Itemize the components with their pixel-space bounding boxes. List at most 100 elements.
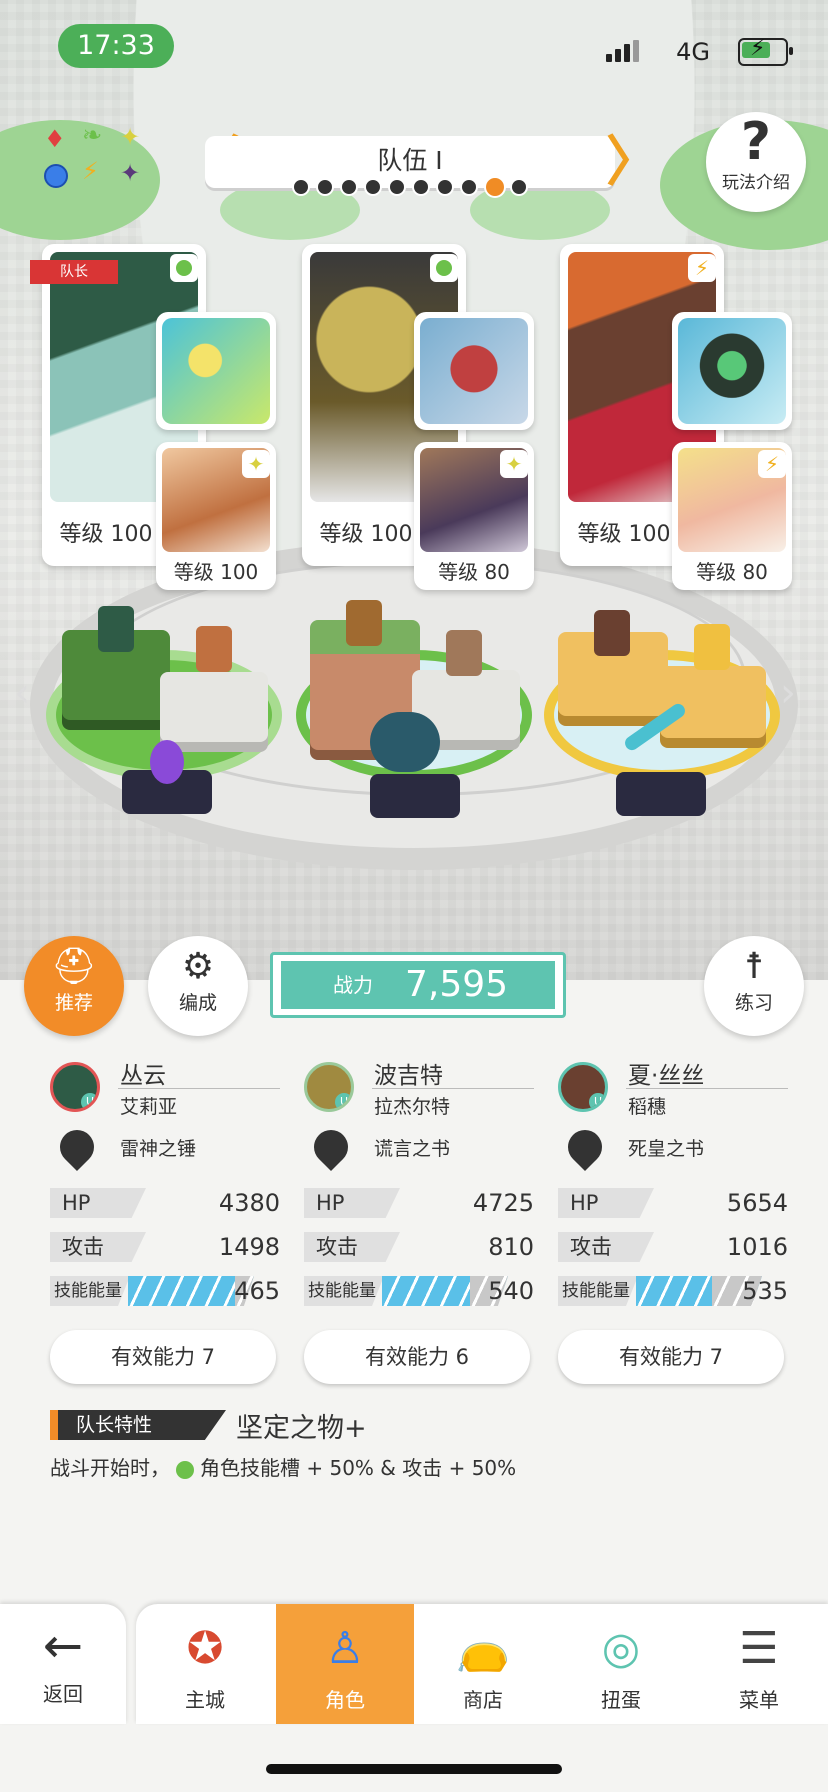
sub-hero-name: 艾莉亚 bbox=[120, 1096, 178, 1118]
weapon-card-1[interactable] bbox=[156, 312, 276, 430]
leader-trait-label: 队长特性 bbox=[50, 1410, 226, 1440]
sub-hero-card-2[interactable]: ✦ 等级 80 bbox=[414, 442, 534, 590]
hero-avatar: U bbox=[304, 1062, 354, 1112]
attack-stat: 攻击 1498 bbox=[50, 1232, 280, 1262]
book-icon bbox=[420, 318, 528, 424]
effective-ability-button[interactable]: 有效能力 7 bbox=[558, 1330, 784, 1384]
help-label: 玩法介绍 bbox=[722, 173, 790, 193]
character-icon: ♙ bbox=[325, 1623, 365, 1674]
signal-icon bbox=[606, 38, 640, 64]
practice-button[interactable]: ☨ 练习 bbox=[704, 936, 804, 1036]
hero-sprite bbox=[346, 600, 382, 646]
grass-element-icon bbox=[176, 1460, 194, 1479]
weapon-card-2[interactable] bbox=[414, 312, 534, 430]
energy-stat: 技能能量 535 bbox=[558, 1276, 788, 1306]
hp-stat: HP 4725 bbox=[304, 1188, 534, 1218]
grass-element-icon bbox=[430, 254, 458, 282]
team-page-dots[interactable] bbox=[292, 176, 532, 198]
effective-ability-button[interactable]: 有效能力 6 bbox=[304, 1330, 530, 1384]
team-next-chevron[interactable]: 〉 bbox=[606, 134, 660, 190]
status-bar: 17:33 4G ⚡ bbox=[0, 0, 828, 100]
weapon-icon bbox=[52, 1122, 102, 1172]
tab-menu[interactable]: ☰ 菜单 bbox=[690, 1604, 828, 1724]
power-value: 7,595 bbox=[405, 964, 509, 1005]
weapon-pedestal bbox=[370, 774, 460, 818]
hero-name: 丛云 bbox=[120, 1063, 166, 1089]
green-book-icon bbox=[678, 318, 786, 424]
hammer-icon bbox=[162, 318, 270, 424]
menu-list-icon: ☰ bbox=[739, 1623, 779, 1674]
hero-name: 夏·丝丝 bbox=[628, 1063, 705, 1089]
sub-hero-level: 等级 100 bbox=[173, 560, 259, 584]
recommend-label: 推荐 bbox=[54, 992, 93, 1014]
sub-hero-level: 等级 80 bbox=[438, 560, 510, 584]
weapon-card-3[interactable] bbox=[672, 312, 792, 430]
shop-bag-icon: 👝 bbox=[455, 1623, 511, 1674]
tab-town[interactable]: ✪ 主城 bbox=[136, 1604, 274, 1724]
hero-level: 等级 100 bbox=[577, 522, 671, 547]
sub-hero-card-3[interactable]: ⚡ 等级 80 bbox=[672, 442, 792, 590]
formation-button[interactable]: ⚙ 编成 bbox=[148, 936, 248, 1036]
hero-name: 波吉特 bbox=[374, 1063, 443, 1089]
status-time: 17:33 bbox=[58, 24, 174, 68]
gacha-icon: ◎ bbox=[601, 1623, 641, 1674]
practice-label: 练习 bbox=[734, 992, 773, 1014]
tab-gacha[interactable]: ◎ 扭蛋 bbox=[552, 1604, 690, 1724]
weapon-name: 死皇之书 bbox=[628, 1138, 705, 1160]
sub-hero-name: 拉杰尔特 bbox=[374, 1096, 451, 1118]
light-element-icon: ✦ bbox=[242, 450, 270, 478]
thunder-element-icon: ⚡ bbox=[758, 450, 786, 478]
question-icon: ? bbox=[740, 112, 772, 172]
element-cycle-icon[interactable]: ♦ ❧ ✦ ⚡ ✦ bbox=[40, 122, 150, 192]
back-label: 返回 bbox=[43, 1682, 83, 1706]
attack-stat: 攻击 810 bbox=[304, 1232, 534, 1262]
weapon-icon bbox=[306, 1122, 356, 1172]
attack-stat: 攻击 1016 bbox=[558, 1232, 788, 1262]
scene-right-arrow[interactable]: › bbox=[780, 670, 796, 716]
power-display: 战力 7,595 bbox=[270, 952, 566, 1018]
weapon-name: 雷神之锤 bbox=[120, 1138, 197, 1160]
tab-character[interactable]: ♙ 角色 bbox=[276, 1604, 414, 1724]
battery-icon: ⚡ bbox=[738, 36, 793, 66]
recommend-button[interactable]: ⛑ 推荐 bbox=[24, 936, 124, 1036]
sub-hero-name: 稻穗 bbox=[628, 1096, 667, 1118]
hero-sprite bbox=[594, 610, 630, 656]
creature-sprite bbox=[370, 712, 440, 772]
sub-hero-level: 等级 80 bbox=[696, 560, 768, 584]
potion-sprite bbox=[150, 740, 184, 784]
back-button[interactable]: ← 返回 bbox=[0, 1604, 126, 1724]
light-element-icon: ✦ bbox=[500, 450, 528, 478]
grass-element-icon bbox=[170, 254, 198, 282]
energy-stat: 技能能量 540 bbox=[304, 1276, 534, 1306]
hero-avatar: U bbox=[558, 1062, 608, 1112]
person-gear-icon: ⚙ bbox=[181, 946, 215, 987]
leader-trait-description: 战斗开始时， 角色技能槽 + 50% & 攻击 + 50% bbox=[50, 1456, 517, 1480]
tab-shop[interactable]: 👝 商店 bbox=[414, 1604, 552, 1724]
leader-tag: 队长 bbox=[30, 260, 118, 284]
thunder-element-icon: ⚡ bbox=[688, 254, 716, 282]
sub-hero-card-1[interactable]: ✦ 等级 100 bbox=[156, 442, 276, 590]
weapon-name: 谎言之书 bbox=[374, 1138, 451, 1160]
scene-left-arrow[interactable]: ‹ bbox=[14, 670, 30, 716]
hero-level: 等级 100 bbox=[59, 522, 153, 547]
hero-sprite bbox=[98, 606, 134, 652]
home-indicator bbox=[266, 1764, 562, 1774]
hp-stat: HP 5654 bbox=[558, 1188, 788, 1218]
sub-hero-sprite bbox=[694, 624, 730, 670]
network-type: 4G bbox=[676, 38, 710, 66]
formation-label: 编成 bbox=[178, 992, 217, 1014]
power-label: 战力 bbox=[333, 973, 373, 997]
help-button[interactable]: ? 玩法介绍 bbox=[706, 112, 806, 212]
weapon-pedestal bbox=[616, 772, 706, 816]
back-arrow-icon: ← bbox=[42, 1618, 84, 1674]
energy-stat: 技能能量 465 bbox=[50, 1276, 280, 1306]
sub-hero-sprite bbox=[196, 626, 232, 672]
leader-trait-name: 坚定之物+ bbox=[236, 1413, 367, 1444]
effective-ability-button[interactable]: 有效能力 7 bbox=[50, 1330, 276, 1384]
hero-avatar: U bbox=[50, 1062, 100, 1112]
hero-level: 等级 100 bbox=[319, 522, 413, 547]
training-dummy-icon: ☨ bbox=[744, 946, 764, 987]
sub-hero-sprite bbox=[446, 630, 482, 676]
helmet-icon: ⛑ bbox=[51, 946, 97, 987]
hp-stat: HP 4380 bbox=[50, 1188, 280, 1218]
